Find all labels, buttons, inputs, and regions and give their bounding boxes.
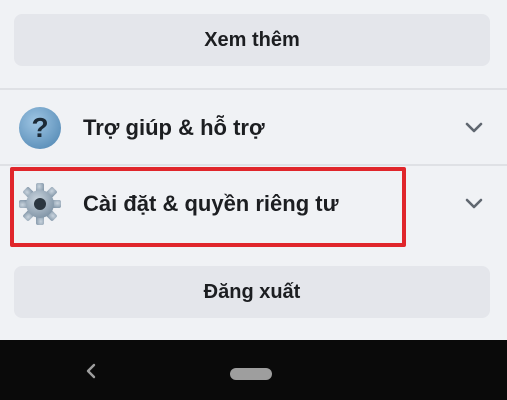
help-support-label: Trợ giúp & hỗ trợ bbox=[83, 115, 265, 140]
logout-button[interactable]: Đăng xuất bbox=[14, 266, 490, 318]
menu-screen: Xem thêm ? Trợ giúp & hỗ trợ Cài đặt & q… bbox=[0, 0, 507, 400]
divider bbox=[0, 164, 507, 166]
chevron-down-icon[interactable] bbox=[463, 193, 485, 215]
settings-privacy-row[interactable]: Cài đặt & quyền riêng tư bbox=[0, 167, 507, 241]
see-more-label: Xem thêm bbox=[204, 28, 300, 51]
settings-privacy-label: Cài đặt & quyền riêng tư bbox=[83, 191, 339, 216]
back-icon[interactable] bbox=[82, 362, 100, 380]
home-pill-button[interactable] bbox=[230, 368, 272, 380]
divider bbox=[0, 88, 507, 90]
gear-icon bbox=[17, 181, 63, 227]
help-support-row[interactable]: ? Trợ giúp & hỗ trợ bbox=[0, 91, 507, 165]
chevron-down-icon[interactable] bbox=[463, 117, 485, 139]
android-navigation-bar bbox=[0, 340, 507, 400]
svg-text:?: ? bbox=[31, 112, 48, 143]
logout-label: Đăng xuất bbox=[203, 280, 301, 303]
see-more-button[interactable]: Xem thêm bbox=[14, 14, 490, 66]
question-circle-icon: ? bbox=[17, 105, 63, 151]
